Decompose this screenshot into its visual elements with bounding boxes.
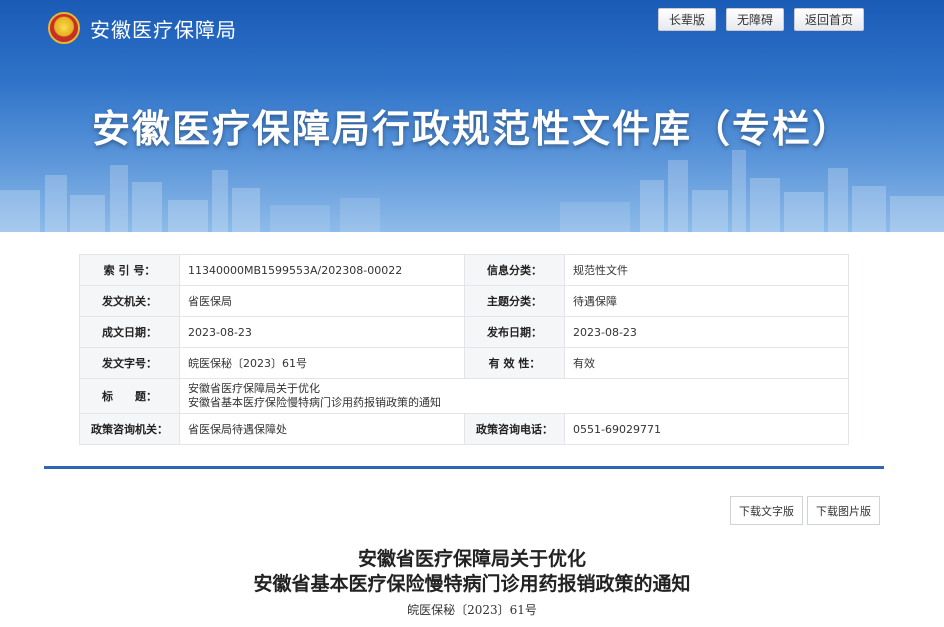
category-label: 信息分类： [464, 254, 565, 286]
category-value: 规范性文件 [564, 254, 849, 286]
accessibility-button[interactable]: 无障碍 [725, 8, 784, 31]
title-line-1: 安徽省医疗保障局关于优化 [188, 382, 320, 395]
published-date-value: 2023-08-23 [564, 316, 849, 348]
document-title-line-1: 安徽省医疗保障局关于优化 [357, 548, 586, 570]
consult-phone-label: 政策咨询电话： [464, 413, 565, 445]
topic-value: 待遇保障 [564, 285, 849, 317]
title-label: 标 题： [79, 378, 180, 414]
table-row: 成文日期： 2023-08-23 发布日期： 2023-08-23 [79, 316, 849, 348]
download-image-button[interactable]: 下载图片版 [807, 496, 880, 525]
document-metadata-table: 索 引 号： 11340000MB1599553A/202308-00022 信… [79, 254, 849, 445]
header-banner: ★ 安徽医疗保障局 长辈版 无障碍 返回首页 安徽医疗保障局行政规范性文件库（专… [0, 0, 944, 232]
table-row: 发文机关： 省医保局 主题分类： 待遇保障 [79, 285, 849, 317]
doc-no-value: 皖医保秘〔2023〕61号 [179, 347, 465, 379]
document-info-panel: 索 引 号： 11340000MB1599553A/202308-00022 信… [44, 232, 884, 468]
table-row: 标 题： 安徽省医疗保障局关于优化 安徽省基本医疗保险慢特病门诊用药报销政策的通… [79, 378, 849, 414]
table-row: 政策咨询机关： 省医保局待遇保障处 政策咨询电话： 0551-69029771 [79, 413, 849, 445]
title-line-2: 安徽省基本医疗保险慢特病门诊用药报销政策的通知 [188, 396, 441, 409]
issuer-value: 省医保局 [179, 285, 465, 317]
table-row: 发文字号： 皖医保秘〔2023〕61号 有 效 性： 有效 [79, 347, 849, 379]
created-date-value: 2023-08-23 [179, 316, 465, 348]
index-no-value: 11340000MB1599553A/202308-00022 [179, 254, 465, 286]
issuer-label: 发文机关： [79, 285, 180, 317]
back-home-button[interactable]: 返回首页 [793, 8, 864, 31]
title-value: 安徽省医疗保障局关于优化 安徽省基本医疗保险慢特病门诊用药报销政策的通知 [179, 378, 849, 414]
document-title-line-2: 安徽省基本医疗保险慢特病门诊用药报销政策的通知 [253, 573, 691, 595]
document-number: 皖医保秘〔2023〕61号 [407, 603, 537, 617]
elder-mode-button[interactable]: 长辈版 [657, 8, 716, 31]
national-emblem-icon: ★ [48, 12, 80, 44]
banner-title: 安徽医疗保障局行政规范性文件库（专栏） [91, 107, 852, 151]
doc-no-label: 发文字号： [79, 347, 180, 379]
topic-label: 主题分类： [464, 285, 565, 317]
consult-org-label: 政策咨询机关： [79, 413, 180, 445]
validity-value: 有效 [564, 347, 849, 379]
consult-phone-value: 0551-69029771 [564, 413, 849, 445]
download-text-button[interactable]: 下载文字版 [730, 496, 803, 525]
consult-org-value: 省医保局待遇保障处 [179, 413, 465, 445]
site-name: 安徽医疗保障局 [90, 17, 237, 42]
published-date-label: 发布日期： [464, 316, 565, 348]
section-divider [44, 466, 884, 469]
validity-label: 有 效 性： [464, 347, 565, 379]
table-row: 索 引 号： 11340000MB1599553A/202308-00022 信… [79, 254, 849, 286]
top-toolbar: 长辈版 无障碍 返回首页 [657, 8, 864, 31]
created-date-label: 成文日期： [79, 316, 180, 348]
index-no-label: 索 引 号： [79, 254, 180, 286]
site-logo[interactable]: ★ 安徽医疗保障局 [48, 10, 237, 46]
